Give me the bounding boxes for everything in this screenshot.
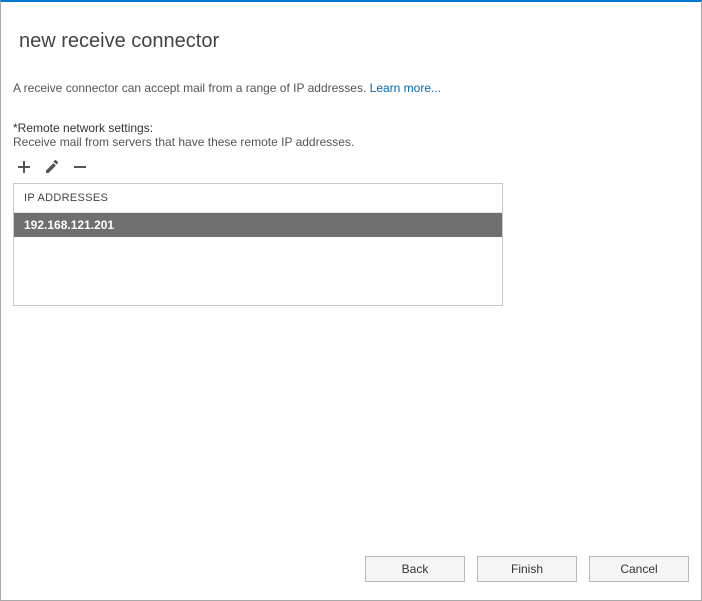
- learn-more-link[interactable]: Learn more...: [370, 81, 441, 95]
- finish-button[interactable]: Finish: [477, 556, 577, 582]
- ip-addresses-column-header: IP ADDRESSES: [14, 184, 502, 213]
- remove-button[interactable]: [71, 159, 89, 177]
- pencil-icon: [44, 159, 60, 178]
- minus-icon: [72, 159, 88, 178]
- intro-text-line: A receive connector can accept mail from…: [13, 81, 689, 95]
- ip-addresses-grid: IP ADDRESSES 192.168.121.201: [13, 183, 503, 306]
- edit-button[interactable]: [43, 159, 61, 177]
- back-button[interactable]: Back: [365, 556, 465, 582]
- add-button[interactable]: [15, 159, 33, 177]
- ip-addresses-body: 192.168.121.201: [14, 213, 502, 305]
- remote-network-desc: Receive mail from servers that have thes…: [13, 135, 689, 149]
- table-row[interactable]: 192.168.121.201: [14, 213, 502, 237]
- cancel-button[interactable]: Cancel: [589, 556, 689, 582]
- intro-text: A receive connector can accept mail from…: [13, 81, 370, 95]
- remote-network-label: *Remote network settings:: [13, 121, 689, 135]
- page-title: new receive connector: [19, 30, 689, 53]
- ip-toolbar: [13, 159, 689, 177]
- wizard-footer: Back Finish Cancel: [365, 556, 689, 582]
- plus-icon: [16, 159, 32, 178]
